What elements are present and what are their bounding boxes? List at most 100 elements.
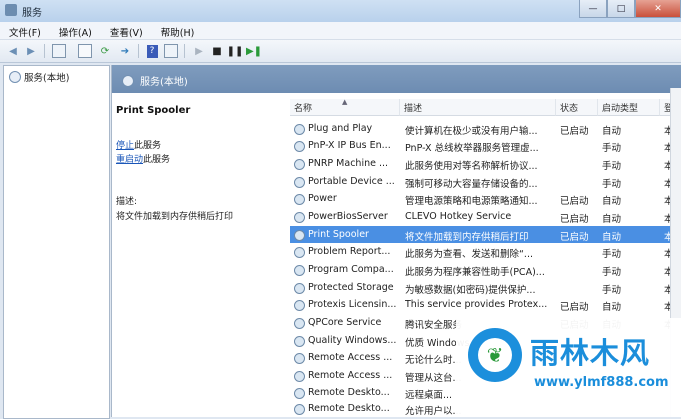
stop-icon[interactable]: ■ — [210, 44, 224, 58]
watermark-url: www.ylmf888.com — [534, 375, 669, 390]
row-name: Quality Windows... — [308, 335, 397, 346]
window-title: 服务 — [22, 8, 42, 19]
table-row[interactable]: Power 管理电源策略和电源策略通知... 已启动 自动 本 — [290, 190, 681, 207]
row-name: Print Spooler — [308, 229, 369, 240]
table-row[interactable]: Protexis Licensin... This service provid… — [290, 296, 681, 313]
row-startup-type: 手动 — [602, 267, 622, 278]
forward-icon[interactable]: ▶ — [24, 44, 38, 58]
row-status: 已启动 — [560, 214, 589, 225]
table-row[interactable]: Program Compa... 此服务为程序兼容性助手(PCA)... 手动 … — [290, 261, 681, 278]
gear-icon — [294, 388, 305, 399]
row-name: Protexis Licensin... — [308, 299, 397, 310]
row-status: 已启动 — [560, 126, 589, 137]
row-startup-type: 自动 — [602, 196, 622, 207]
stop-service-link[interactable]: 停止 — [116, 141, 134, 151]
row-description: CLEVO Hotkey Service — [405, 211, 512, 222]
menu-help[interactable]: 帮助(H) — [152, 22, 204, 39]
help-icon[interactable]: ? — [145, 44, 159, 58]
pause-icon[interactable]: ❚❚ — [227, 44, 244, 58]
table-row[interactable]: PNRP Machine ... 此服务使用对等名称解析协议... 手动 本 — [290, 155, 681, 172]
gear-icon — [294, 336, 305, 347]
row-description: 管理电源策略和电源策略通知... — [405, 196, 538, 207]
restart-service-line: 重启动此服务 — [116, 152, 170, 165]
export-icon[interactable]: ➔ — [118, 44, 132, 58]
row-name: Protected Storage — [308, 282, 394, 293]
gear-icon — [294, 141, 305, 152]
properties-icon[interactable] — [78, 44, 92, 58]
toolbar-separator — [184, 44, 185, 58]
row-startup-type: 自动 — [602, 214, 622, 225]
tree-item-label: 服务(本地) — [24, 73, 70, 84]
gear-icon — [294, 177, 305, 188]
toolbar-separator — [44, 44, 45, 58]
gear-icon — [294, 212, 305, 223]
row-startup-type: 手动 — [602, 179, 622, 190]
title-bar: 服务 — □ ✕ — [0, 0, 681, 22]
table-row[interactable]: Protected Storage 为敏感数据(如密码)提供保护... 手动 本 — [290, 279, 681, 296]
row-name: Remote Deskto... — [308, 403, 390, 414]
gear-icon — [122, 74, 134, 87]
row-startup-type: 手动 — [602, 249, 622, 260]
tree-item-services-local[interactable]: 服务(本地) — [9, 70, 69, 84]
menu-view[interactable]: 查看(V) — [101, 22, 152, 39]
maximize-button[interactable]: □ — [607, 0, 635, 18]
table-row[interactable]: Plug and Play 使计算机在极少或没有用户输... 已启动 自动 本 — [290, 120, 681, 137]
row-startup-type: 自动 — [602, 232, 622, 243]
row-name: PNRP Machine ... — [308, 158, 389, 169]
row-name: Remote Deskto... — [308, 387, 390, 398]
table-row[interactable]: PowerBiosServer CLEVO Hotkey Service 已启动… — [290, 208, 681, 225]
row-startup-type: 自动 — [602, 126, 622, 137]
row-startup-type: 手动 — [602, 161, 622, 172]
gear-icon — [294, 404, 305, 415]
row-startup-type: 手动 — [602, 285, 622, 296]
console-icon[interactable] — [52, 44, 66, 58]
row-name: Remote Access ... — [308, 352, 393, 363]
menu-action[interactable]: 操作(A) — [50, 22, 101, 39]
column-header-status[interactable]: 状态 — [556, 99, 598, 116]
row-startup-type: 自动 — [602, 302, 622, 313]
toolbar: ◀ ▶ ⟳ ➔ ? ▶ ■ ❚❚ ▶❚ — [0, 40, 681, 63]
stop-suffix: 此服务 — [134, 141, 162, 151]
app-gear-icon — [5, 4, 17, 16]
panel-header-label: 服务(本地) — [122, 73, 188, 88]
view-icon[interactable] — [164, 44, 178, 58]
row-description: PnP-X 总线枚举器服务管理虚... — [405, 143, 539, 154]
refresh-icon[interactable]: ⟳ — [98, 44, 112, 58]
row-name: Plug and Play — [308, 123, 373, 134]
table-row[interactable]: PnP-X IP Bus En... PnP-X 总线枚举器服务管理虚... 手… — [290, 137, 681, 154]
gear-icon — [294, 230, 305, 241]
row-description: 此服务使用对等名称解析协议... — [405, 161, 538, 172]
toolbar-separator — [138, 44, 139, 58]
restart-icon[interactable]: ▶❚ — [246, 44, 262, 58]
menu-file[interactable]: 文件(F) — [0, 22, 50, 39]
row-status: 已启动 — [560, 196, 589, 207]
row-description: 为敏感数据(如密码)提供保护... — [405, 285, 536, 296]
row-name: PowerBiosServer — [308, 211, 388, 222]
minimize-button[interactable]: — — [579, 0, 607, 18]
column-header-name[interactable]: 名称 ▲ — [290, 98, 400, 116]
watermark-logo-icon: ❦ — [468, 328, 522, 382]
watermark: ❦ 雨林木风 www.ylmf888.com — [456, 318, 681, 417]
stop-service-line: 停止此服务 — [116, 138, 161, 151]
row-name: QPCore Service — [308, 317, 382, 328]
column-header-startup-type[interactable]: 启动类型 — [598, 99, 660, 116]
service-name: Print Spooler — [116, 105, 191, 116]
leaf-icon: ❦ — [478, 338, 512, 372]
console-tree: 服务(本地) — [3, 65, 110, 419]
table-row[interactable]: Problem Report... 此服务为查看、发送和删除“... 手动 本 — [290, 243, 681, 260]
back-icon[interactable]: ◀ — [6, 44, 20, 58]
watermark-text: 雨林木风 — [530, 336, 651, 370]
gear-icon — [294, 318, 305, 329]
close-button[interactable]: ✕ — [635, 0, 681, 18]
play-icon[interactable]: ▶ — [192, 44, 206, 58]
row-name: Program Compa... — [308, 264, 394, 275]
table-row-selected[interactable]: Print Spooler 将文件加载到内存供稍后打印 已启动 自动 本 — [290, 226, 681, 243]
column-header-description[interactable]: 描述 — [400, 99, 556, 116]
row-description: 此服务为查看、发送和删除“... — [405, 249, 533, 260]
gear-icon — [294, 159, 305, 170]
gear-icon — [294, 265, 305, 276]
restart-service-link[interactable]: 重启动 — [116, 155, 143, 165]
table-row[interactable]: Portable Device ... 强制可移动大容量存储设备的... 手动 … — [290, 173, 681, 190]
row-name: Portable Device ... — [308, 176, 395, 187]
menu-bar: 文件(F) 操作(A) 查看(V) 帮助(H) — [0, 22, 681, 40]
